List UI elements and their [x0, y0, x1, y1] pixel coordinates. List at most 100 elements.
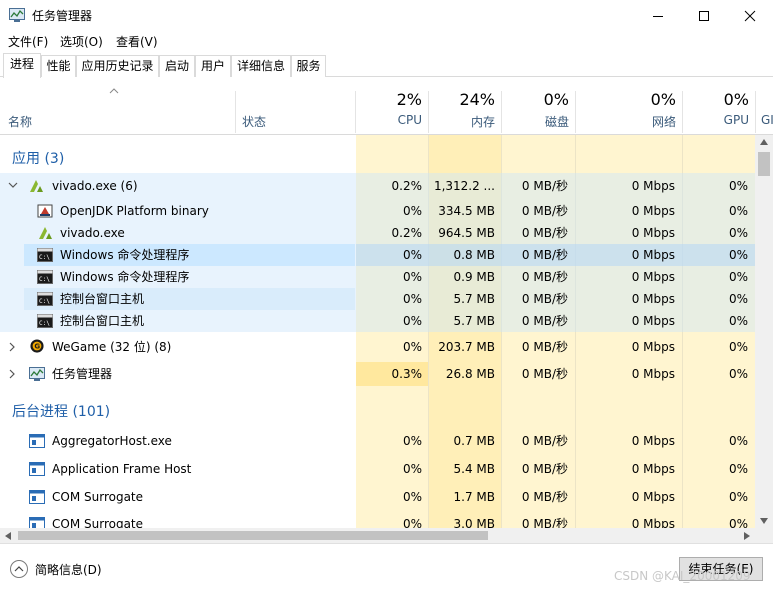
- scroll-left-icon[interactable]: [5, 532, 11, 540]
- gpu-value: 0%: [728, 490, 748, 504]
- column-status[interactable]: 状态: [242, 113, 266, 130]
- disk-value: 0 MB/秒: [521, 248, 568, 262]
- menu-view[interactable]: 查看(V): [116, 33, 158, 50]
- tab-startup[interactable]: 启动: [159, 55, 195, 77]
- scroll-down-icon[interactable]: [760, 518, 768, 524]
- gpu-value: 0%: [728, 367, 748, 381]
- network-value: 0 Mbps: [631, 490, 675, 504]
- table-row[interactable]: COM Surrogate 0% 3.0 MB 0 MB/秒 0 Mbps 0%: [0, 512, 755, 528]
- vertical-scroll-thumb[interactable]: [758, 152, 770, 176]
- memory-value: 334.5 MB: [438, 204, 495, 218]
- table-row[interactable]: AggregatorHost.exe 0% 0.7 MB 0 MB/秒 0 Mb…: [0, 429, 755, 453]
- tab-strip: 进程 性能 应用历史记录 启动 用户 详细信息 服务: [0, 53, 773, 78]
- network-value: 0 Mbps: [631, 179, 675, 193]
- title-bar: 任务管理器: [0, 0, 773, 31]
- column-network[interactable]: 0% 网络: [576, 78, 682, 134]
- table-row[interactable]: G WeGame (32 位) (8) 0% 203.7 MB 0 MB/秒 0…: [0, 335, 755, 359]
- gpu-value: 0%: [728, 434, 748, 448]
- group-header-background[interactable]: 后台进程 (101): [12, 401, 110, 421]
- network-value: 0 Mbps: [631, 248, 675, 262]
- process-name: AggregatorHost.exe: [52, 434, 172, 448]
- table-row[interactable]: Application Frame Host 0% 5.4 MB 0 MB/秒 …: [0, 457, 755, 481]
- scroll-up-icon[interactable]: [760, 139, 768, 145]
- svg-text:C:\: C:\: [39, 254, 50, 261]
- cpu-value: 0%: [402, 517, 422, 528]
- cpu-label: CPU: [397, 113, 422, 127]
- memory-label: 内存: [470, 115, 495, 129]
- scrollbar-corner: [755, 528, 773, 543]
- vertical-scrollbar[interactable]: [755, 135, 773, 528]
- vivado-icon: [30, 180, 43, 192]
- sort-caret-icon: [109, 88, 119, 94]
- minimize-icon: [653, 15, 663, 17]
- scroll-right-icon[interactable]: [744, 532, 750, 540]
- disk-value: 0 MB/秒: [521, 340, 568, 354]
- watermark: CSDN @KAI_20001209: [614, 569, 751, 583]
- network-value: 0 Mbps: [631, 462, 675, 476]
- network-value: 0 Mbps: [631, 517, 675, 528]
- column-disk[interactable]: 0% 磁盘: [502, 78, 575, 134]
- cpu-value: 0%: [402, 204, 422, 218]
- table-row[interactable]: vivado.exe (6) 0.2% 1,312.2 ... 0 MB/秒 0…: [0, 175, 755, 197]
- table-row[interactable]: C:\ 控制台窗口主机 0% 5.7 MB 0 MB/秒 0 Mbps 0%: [0, 288, 755, 310]
- table-row[interactable]: C:\ 控制台窗口主机 0% 5.7 MB 0 MB/秒 0 Mbps 0%: [0, 310, 755, 332]
- process-name: vivado.exe: [60, 226, 125, 240]
- memory-value: 1.7 MB: [453, 490, 495, 504]
- horizontal-scrollbar[interactable]: [0, 528, 755, 543]
- window-title: 任务管理器: [32, 9, 93, 23]
- column-gpu[interactable]: 0% GPU: [683, 78, 755, 134]
- tab-services[interactable]: 服务: [291, 55, 326, 77]
- tab-performance[interactable]: 性能: [41, 55, 76, 77]
- group-header-apps[interactable]: 应用 (3): [12, 148, 64, 168]
- gpu-label: GPU: [723, 113, 749, 127]
- table-row[interactable]: OpenJDK Platform binary 0% 334.5 MB 0 MB…: [0, 200, 755, 222]
- menu-options[interactable]: 选项(O): [60, 33, 103, 50]
- network-value: 0 Mbps: [631, 270, 675, 284]
- memory-value: 203.7 MB: [438, 340, 495, 354]
- column-header: 名称 状态 2% CPU 24% 内存 0% 磁盘 0% 网络 0% GPU G…: [0, 78, 773, 135]
- tab-processes[interactable]: 进程: [3, 53, 41, 78]
- table-row[interactable]: COM Surrogate 0% 1.7 MB 0 MB/秒 0 Mbps 0%: [0, 485, 755, 509]
- cpu-value: 0%: [402, 314, 422, 328]
- fewer-details-link[interactable]: 简略信息(D): [35, 561, 102, 578]
- process-list: 应用 (3) vivado.exe (6) 0.2% 1,312.2 ... 0…: [0, 135, 755, 528]
- cmd-icon: C:\: [37, 270, 53, 284]
- chevron-right-icon[interactable]: [8, 342, 16, 352]
- chevron-right-icon[interactable]: [8, 369, 16, 379]
- tab-app-history[interactable]: 应用历史记录: [76, 55, 159, 77]
- gpu-value: 0%: [728, 226, 748, 240]
- menu-file[interactable]: 文件(F): [8, 33, 48, 50]
- column-gpu-engine[interactable]: GI: [756, 78, 773, 134]
- table-row[interactable]: C:\ Windows 命令处理程序 0% 0.9 MB 0 MB/秒 0 Mb…: [0, 266, 755, 288]
- network-value: 0 Mbps: [631, 367, 675, 381]
- column-memory[interactable]: 24% 内存: [429, 78, 501, 134]
- collapse-button[interactable]: [10, 560, 28, 578]
- disk-total: 0%: [543, 90, 569, 109]
- table-row[interactable]: C:\ Windows 命令处理程序 0% 0.8 MB 0 MB/秒 0 Mb…: [0, 244, 755, 266]
- column-name[interactable]: 名称: [8, 113, 32, 130]
- column-cpu[interactable]: 2% CPU: [356, 78, 428, 134]
- memory-value: 0.8 MB: [453, 248, 495, 262]
- table-row[interactable]: 任务管理器 0.3% 26.8 MB 0 MB/秒 0 Mbps 0%: [0, 362, 755, 386]
- cpu-value: 0%: [402, 490, 422, 504]
- memory-value: 0.9 MB: [453, 270, 495, 284]
- disk-value: 0 MB/秒: [521, 204, 568, 218]
- disk-value: 0 MB/秒: [521, 226, 568, 240]
- process-name: OpenJDK Platform binary: [60, 204, 209, 218]
- minimize-button[interactable]: [635, 0, 681, 31]
- chevron-down-icon[interactable]: [8, 181, 18, 189]
- service-icon: [29, 434, 45, 448]
- maximize-button[interactable]: [681, 0, 727, 31]
- svg-text:C:\: C:\: [39, 298, 50, 305]
- tab-users[interactable]: 用户: [195, 55, 231, 77]
- disk-value: 0 MB/秒: [521, 434, 568, 448]
- network-value: 0 Mbps: [631, 226, 675, 240]
- table-row[interactable]: vivado.exe 0.2% 964.5 MB 0 MB/秒 0 Mbps 0…: [0, 222, 755, 244]
- cpu-value: 0.2%: [391, 179, 423, 193]
- close-button[interactable]: [727, 0, 773, 31]
- horizontal-scroll-thumb[interactable]: [18, 531, 488, 540]
- gpu-value: 0%: [728, 462, 748, 476]
- task-manager-icon: [29, 367, 45, 381]
- tab-details[interactable]: 详细信息: [231, 55, 291, 77]
- process-name: Windows 命令处理程序: [60, 270, 190, 284]
